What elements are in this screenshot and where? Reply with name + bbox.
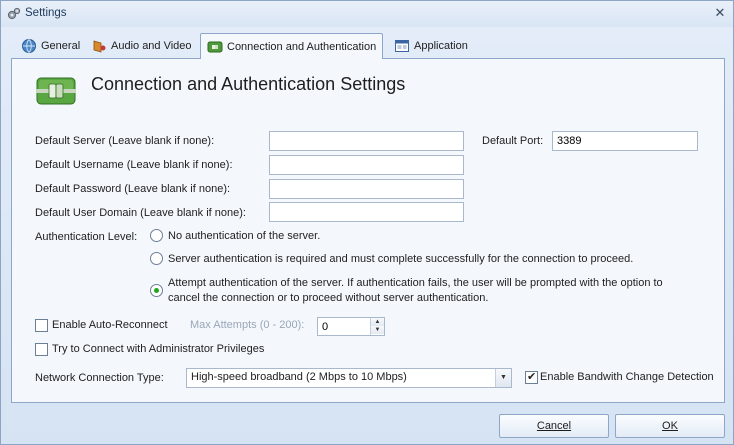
auth-option-none[interactable]: No authentication of the server.	[150, 229, 320, 244]
default-password-input[interactable]	[269, 179, 464, 199]
window-title: Settings	[25, 7, 67, 19]
admin-privileges-checkbox[interactable]	[35, 343, 48, 356]
window-icon	[395, 40, 409, 52]
ok-button-label: OK	[662, 420, 678, 432]
globe-icon	[22, 39, 36, 53]
network-connection-type-select[interactable]: High-speed broadband (2 Mbps to 10 Mbps)…	[186, 368, 512, 388]
bandwidth-detection-label: Enable Bandwith Change Detection	[540, 371, 714, 383]
default-password-label: Default Password (Leave blank if none):	[35, 183, 231, 195]
auth-attempt-line1: Attempt authentication of the server. If…	[168, 277, 663, 289]
default-server-label: Default Server (Leave blank if none):	[35, 135, 215, 147]
default-port-label: Default Port:	[482, 135, 544, 147]
auth-required-radio[interactable]	[150, 252, 163, 265]
default-port-input[interactable]	[552, 131, 698, 151]
auth-attempt-label: Attempt authentication of the server. If…	[168, 276, 663, 306]
chevron-down-icon[interactable]: ▼	[495, 369, 511, 387]
cancel-button[interactable]: Cancel	[499, 414, 609, 438]
admin-privileges-label: Try to Connect with Administrator Privil…	[52, 343, 265, 355]
max-attempts-spinner[interactable]: ▲ ▼	[317, 317, 385, 336]
authentication-level-label: Authentication Level:	[35, 231, 138, 243]
auth-option-attempt[interactable]: Attempt authentication of the server. If…	[150, 276, 663, 306]
tab-label: Connection and Authentication	[227, 40, 377, 53]
auth-option-required[interactable]: Server authentication is required and mu…	[150, 252, 633, 267]
tab-audio-video[interactable]: Audio and Video	[85, 34, 198, 58]
auth-none-label: No authentication of the server.	[168, 230, 321, 242]
tab-label: Audio and Video	[111, 40, 192, 52]
max-attempts-label: Max Attempts (0 - 200):	[190, 319, 305, 331]
auto-reconnect-checkbox[interactable]	[35, 319, 48, 332]
page-title: Connection and Authentication Settings	[91, 74, 406, 94]
connection-icon	[207, 41, 223, 52]
auth-attempt-line2: cancel the connection or to proceed with…	[168, 292, 489, 304]
media-icon	[93, 40, 106, 53]
network-connection-type-label: Network Connection Type:	[35, 372, 164, 384]
spin-up-button[interactable]: ▲	[371, 318, 384, 326]
tab-connection-authentication[interactable]: Connection and Authentication	[200, 33, 384, 59]
auth-none-radio[interactable]	[150, 229, 163, 242]
default-username-input[interactable]	[269, 155, 464, 175]
settings-window: Settings ✕ General Audio and Video Conne…	[0, 0, 734, 445]
default-username-label: Default Username (Leave blank if none):	[35, 159, 233, 171]
bandwidth-detection-checkbox[interactable]	[525, 370, 538, 384]
tab-label: General	[41, 40, 81, 52]
spin-down-button[interactable]: ▼	[371, 326, 384, 334]
title-bar: Settings ✕	[1, 1, 733, 27]
auth-attempt-radio[interactable]	[150, 284, 163, 297]
close-button[interactable]: ✕	[712, 5, 728, 21]
default-server-input[interactable]	[269, 131, 464, 151]
cancel-button-label: Cancel	[536, 420, 572, 432]
default-domain-input[interactable]	[269, 202, 464, 222]
tab-general[interactable]: General	[15, 34, 86, 58]
default-domain-label: Default User Domain (Leave blank if none…	[35, 207, 246, 219]
tab-label: Application	[414, 40, 468, 52]
tab-application[interactable]: Application	[388, 34, 474, 58]
spinner-buttons: ▲ ▼	[370, 318, 384, 335]
auto-reconnect-label: Enable Auto-Reconnect	[52, 319, 168, 331]
ok-button[interactable]: OK	[615, 414, 725, 438]
connection-plug-icon	[36, 77, 76, 105]
connection-settings-panel: Connection and Authentication Settings D…	[11, 58, 725, 403]
gears-icon	[7, 7, 21, 20]
max-attempts-input[interactable]	[318, 318, 368, 335]
close-icon: ✕	[714, 5, 726, 20]
auth-required-label: Server authentication is required and mu…	[168, 253, 634, 265]
network-type-value: High-speed broadband (2 Mbps to 10 Mbps)	[191, 371, 407, 383]
